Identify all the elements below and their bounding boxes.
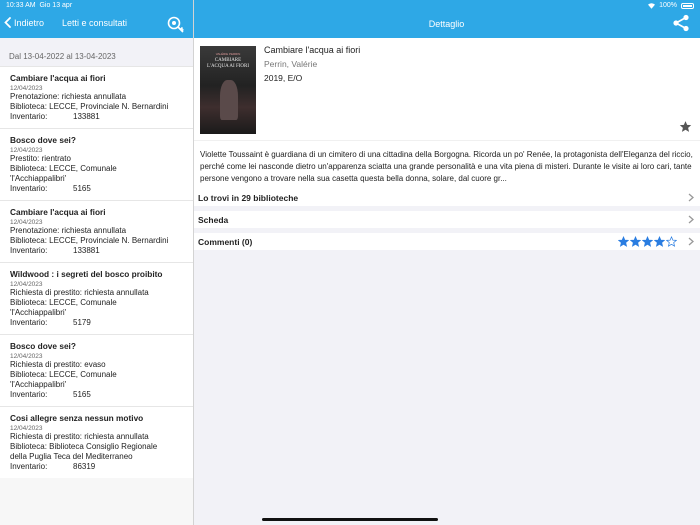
inventory-row: Inventario: 5165 bbox=[10, 390, 183, 400]
loan-item[interactable]: Bosco dove sei? 12/04/2023 Richiesta di pr… bbox=[0, 334, 193, 406]
loan-detail-line: 'l'Acchiappalibri' bbox=[10, 380, 67, 389]
loan-item[interactable]: Cambiare l'acqua ai fiori 12/04/2023 Preno… bbox=[0, 66, 193, 128]
cover-figure bbox=[220, 80, 238, 120]
loan-item[interactable]: Wildwood : i segreti del bosco proibito 1… bbox=[0, 262, 193, 334]
inventory-row: Inventario: 133881 bbox=[10, 246, 183, 256]
card-row[interactable]: Scheda bbox=[194, 211, 700, 228]
inventory-value: 5165 bbox=[73, 184, 91, 193]
star-empty-icon bbox=[666, 236, 677, 247]
share-icon[interactable] bbox=[672, 14, 690, 32]
loan-date: 12/04/2023 bbox=[10, 353, 43, 360]
loan-detail-line: Richiesta di prestito: richiesta annulla… bbox=[10, 288, 149, 297]
loan-date: 12/04/2023 bbox=[10, 147, 43, 154]
rating-stars bbox=[618, 236, 677, 247]
inventory-row: Inventario: 5165 bbox=[10, 184, 183, 194]
loan-date: 12/04/2023 bbox=[10, 85, 43, 92]
chevron-left-icon bbox=[4, 17, 11, 28]
loan-detail-line: Prestito: rientrato bbox=[10, 154, 71, 163]
loan-detail-line: Biblioteca: LECCE, Provinciale N. Bernar… bbox=[10, 102, 169, 111]
loan-date: 12/04/2023 bbox=[10, 219, 43, 226]
book-cover[interactable]: VALÉRIE PERRIN CAMBIARE L'ACQUA AI FIORI bbox=[200, 46, 256, 134]
inventory-label: Inventario: bbox=[10, 112, 48, 121]
loan-detail-line: Prenotazione: richiesta annullata bbox=[10, 226, 127, 235]
loan-title: Cambiare l'acqua ai fiori bbox=[10, 207, 106, 217]
inventory-value: 133881 bbox=[73, 112, 100, 121]
star-filled-icon bbox=[642, 236, 653, 247]
battery-percent: 100% bbox=[659, 2, 677, 9]
loan-detail-line: Biblioteca: LECCE, Comunale bbox=[10, 164, 117, 173]
cover-author: VALÉRIE PERRIN bbox=[215, 52, 241, 56]
left-title: Letti e consultati bbox=[62, 18, 128, 28]
loan-item[interactable]: Cambiare l'acqua ai fiori 12/04/2023 Preno… bbox=[0, 200, 193, 262]
loan-title: Cosi allegre senza nessun motivo bbox=[10, 413, 144, 423]
card-label: Scheda bbox=[198, 214, 229, 225]
book-author[interactable]: Perrin, Valérie bbox=[264, 59, 317, 69]
status-date: Gio 13 apr bbox=[39, 2, 73, 9]
cover-title: CAMBIARE L'ACQUA AI FIORI bbox=[206, 58, 249, 69]
book-card: VALÉRIE PERRIN CAMBIARE L'ACQUA AI FIORI… bbox=[194, 38, 700, 140]
history-list[interactable]: Dal 13-04-2022 al 13-04-2023 Cambiare l'… bbox=[0, 38, 193, 525]
battery-icon bbox=[681, 2, 694, 9]
back-label: Indietro bbox=[14, 17, 45, 28]
comments-label: Commenti (0) bbox=[198, 236, 253, 247]
date-range: Dal 13-04-2022 al 13-04-2023 bbox=[0, 38, 193, 66]
inventory-row: Inventario: 5179 bbox=[10, 318, 183, 328]
star-filled-icon bbox=[630, 236, 641, 247]
loan-date: 12/04/2023 bbox=[10, 425, 43, 432]
loan-title: Cambiare l'acqua ai fiori bbox=[10, 73, 106, 83]
status-time: 10:33 AM bbox=[6, 2, 36, 9]
inventory-value: 133881 bbox=[73, 246, 100, 255]
inventory-row: Inventario: 133881 bbox=[10, 112, 183, 122]
inventory-value: 86319 bbox=[73, 462, 96, 471]
loan-title: Wildwood : i segreti del bosco proibito bbox=[10, 269, 163, 279]
loan-item[interactable]: Bosco dove sei? 12/04/2023 Prestito: rient… bbox=[0, 128, 193, 200]
loan-detail-line: Richiesta di prestito: richiesta annulla… bbox=[10, 432, 149, 441]
loan-detail-line: 'l'Acchiappalibri' bbox=[10, 174, 67, 183]
key-search-icon[interactable] bbox=[166, 15, 186, 35]
loan-detail-line: della Puglia Teca del Mediterraneo bbox=[10, 452, 133, 461]
star-filled-icon bbox=[618, 236, 629, 247]
inventory-label: Inventario: bbox=[10, 462, 48, 471]
book-year-publisher: 2019, E/O bbox=[264, 73, 303, 83]
loan-detail-line: Biblioteca: LECCE, Provinciale N. Bernar… bbox=[10, 236, 169, 245]
loan-detail-line: Biblioteca: LECCE, Comunale bbox=[10, 370, 117, 379]
book-title: Cambiare l'acqua ai fiori bbox=[264, 45, 361, 55]
chevron-right-icon bbox=[688, 237, 694, 246]
star-filled-icon bbox=[654, 236, 665, 247]
libraries-row[interactable]: Lo trovi in 29 biblioteche bbox=[194, 189, 700, 206]
loan-detail-line: Biblioteca: Biblioteca Consiglio Regiona… bbox=[10, 442, 158, 451]
loan-title: Bosco dove sei? bbox=[10, 341, 76, 351]
back-button[interactable]: Indietro bbox=[4, 17, 44, 28]
book-description: Violette Toussaint è guardiana di un cim… bbox=[194, 140, 700, 190]
inventory-label: Inventario: bbox=[10, 318, 48, 327]
loan-detail-line: Prenotazione: richiesta annullata bbox=[10, 92, 127, 101]
favorite-star-icon[interactable] bbox=[679, 120, 692, 133]
loan-detail-line: Biblioteca: LECCE, Comunale bbox=[10, 298, 117, 307]
detail-title: Dettaglio bbox=[428, 19, 465, 29]
inventory-label: Inventario: bbox=[10, 246, 48, 255]
inventory-row: Inventario: 86319 bbox=[10, 462, 183, 472]
wifi-icon bbox=[648, 2, 656, 9]
chevron-right-icon bbox=[688, 215, 694, 224]
loan-detail-line: 'l'Acchiappalibri' bbox=[10, 308, 67, 317]
inventory-value: 5179 bbox=[73, 318, 91, 327]
loan-detail-line: Richiesta di prestito: evaso bbox=[10, 360, 106, 369]
libraries-label: Lo trovi in 29 biblioteche bbox=[198, 192, 299, 203]
loan-item[interactable]: Cosi allegre senza nessun motivo 12/04/20… bbox=[0, 406, 193, 478]
comments-row[interactable]: Commenti (0) bbox=[194, 233, 700, 250]
status-time-date: 10:33 AM Gio 13 apr bbox=[6, 2, 72, 9]
inventory-label: Inventario: bbox=[10, 390, 48, 399]
loan-title: Bosco dove sei? bbox=[10, 135, 76, 145]
inventory-label: Inventario: bbox=[10, 184, 48, 193]
home-indicator bbox=[262, 518, 438, 521]
chevron-right-icon bbox=[688, 193, 694, 202]
status-indicators: 100% bbox=[648, 2, 694, 9]
loan-date: 12/04/2023 bbox=[10, 281, 43, 288]
detail-panel: VALÉRIE PERRIN CAMBIARE L'ACQUA AI FIORI… bbox=[194, 38, 700, 525]
inventory-value: 5165 bbox=[73, 390, 91, 399]
